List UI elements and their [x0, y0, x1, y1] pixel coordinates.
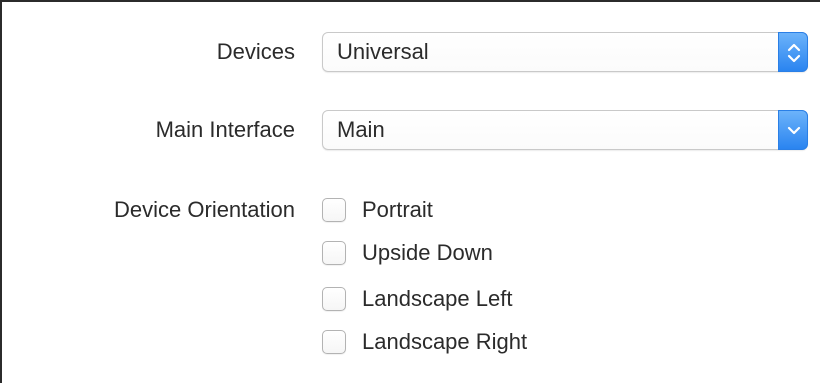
main-interface-label: Main Interface [155, 117, 295, 142]
orientation-option-portrait[interactable]: Portrait [322, 195, 433, 225]
orientation-option-upside-down[interactable]: Upside Down [322, 238, 493, 268]
devices-value: Universal [337, 39, 429, 64]
landscape-right-label: Landscape Right [362, 329, 528, 354]
upside-down-label: Upside Down [362, 240, 493, 265]
devices-label: Devices [216, 39, 295, 64]
upside-down-checkbox[interactable] [322, 241, 346, 265]
main-interface-value: Main [337, 117, 385, 142]
device-orientation-label: Device Orientation [114, 197, 295, 222]
landscape-left-label: Landscape Left [362, 286, 513, 311]
portrait-label: Portrait [362, 197, 433, 222]
orientation-option-landscape-left[interactable]: Landscape Left [322, 284, 512, 314]
landscape-right-checkbox[interactable] [322, 330, 346, 354]
chevron-down-icon[interactable] [778, 110, 808, 150]
portrait-checkbox[interactable] [322, 198, 346, 222]
orientation-option-landscape-right[interactable]: Landscape Right [322, 327, 527, 357]
deployment-info-panel: Devices Universal Main Interface Main De… [0, 0, 820, 383]
up-down-chevron-icon[interactable] [778, 32, 808, 72]
main-interface-popup[interactable]: Main [322, 110, 808, 150]
devices-popup[interactable]: Universal [322, 32, 808, 72]
landscape-left-checkbox[interactable] [322, 287, 346, 311]
